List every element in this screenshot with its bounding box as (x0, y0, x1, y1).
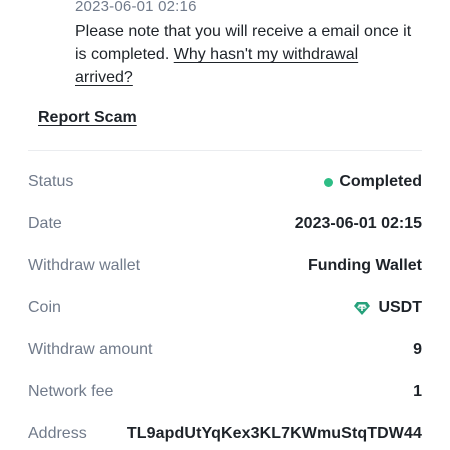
status-label: Status (28, 173, 74, 190)
detail-row-status: Status Completed (28, 170, 422, 194)
detail-row-wallet: Withdraw wallet Funding Wallet (28, 254, 422, 278)
tether-icon (354, 302, 371, 315)
detail-row-amount: Withdraw amount 9 (28, 338, 422, 362)
date-label: Date (28, 215, 62, 232)
timeline-timestamp: 2023-06-01 02:16 (75, 0, 197, 15)
withdrawal-timeline: 2023-06-01 02:16 Please note that you wi… (0, 0, 450, 100)
detail-row-date: Date 2023-06-01 02:15 (28, 212, 422, 236)
coin-label: Coin (28, 299, 61, 316)
address-label: Address (28, 425, 87, 442)
status-text: Completed (339, 173, 422, 190)
amount-value: 9 (413, 341, 422, 358)
timeline-note: Please note that you will receive a emai… (75, 20, 420, 89)
amount-label: Withdraw amount (28, 341, 153, 358)
detail-row-fee: Network fee 1 (28, 380, 422, 404)
coin-value: USDT (354, 299, 422, 317)
status-dot-icon (324, 177, 334, 187)
fee-value: 1 (413, 383, 422, 400)
detail-row-coin: Coin USDT (28, 296, 422, 320)
wallet-label: Withdraw wallet (28, 257, 141, 274)
divider (28, 150, 422, 151)
report-scam-link[interactable]: Report Scam (38, 109, 137, 127)
date-value: 2023-06-01 02:15 (294, 215, 422, 232)
address-value[interactable]: TL9apdUtYqKex3KL7KWmuStqTDW44 (127, 425, 422, 443)
fee-label: Network fee (28, 383, 114, 400)
coin-text: USDT (378, 299, 422, 316)
detail-row-address: Address TL9apdUtYqKex3KL7KWmuStqTDW44 (28, 422, 422, 446)
status-value: Completed (324, 173, 422, 191)
wallet-value: Funding Wallet (307, 257, 422, 274)
